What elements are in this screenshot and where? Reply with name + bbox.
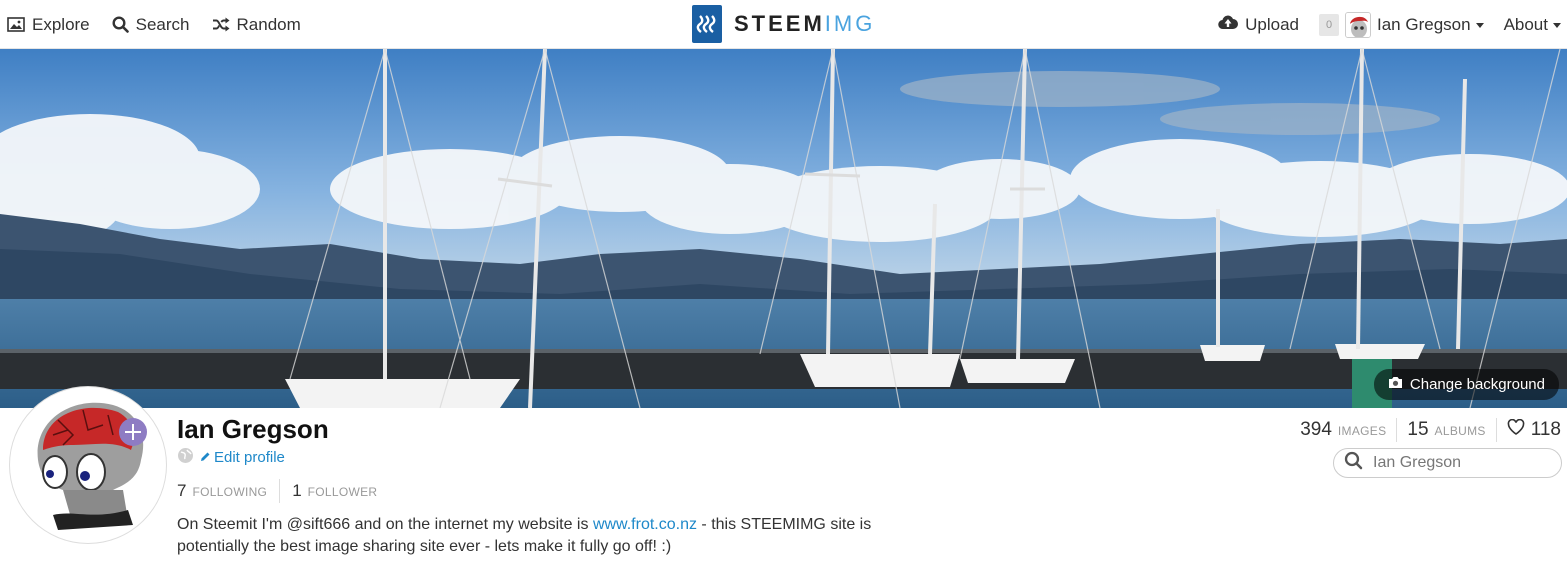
profile-bio: On Steemit I'm @sift666 and on the inter… xyxy=(177,514,897,558)
divider xyxy=(1396,418,1398,442)
cover-image: Change background xyxy=(0,49,1567,408)
following-label: FOLLOWING xyxy=(192,485,268,499)
upload-button[interactable]: Upload xyxy=(1218,14,1299,35)
profile-avatar[interactable] xyxy=(10,387,166,543)
nav-left: Explore Search Random xyxy=(7,0,301,49)
likes-count: 118 xyxy=(1530,419,1561,440)
nav-search-label: Search xyxy=(135,14,190,34)
about-dropdown[interactable]: About xyxy=(1504,15,1561,35)
shuffle-icon xyxy=(212,17,230,32)
user-menu-dropdown[interactable]: Ian Gregson xyxy=(1377,15,1484,35)
profile-meta-row: Edit profile xyxy=(177,447,285,468)
image-icon xyxy=(7,17,25,32)
brand-part2: IMG xyxy=(824,11,876,36)
edit-profile-link[interactable]: Edit profile xyxy=(200,449,285,466)
followers-label: FOLLOWER xyxy=(307,485,378,499)
profile-name: Ian Gregson xyxy=(177,414,329,444)
likes-stat[interactable]: 118 xyxy=(1507,418,1561,441)
site-logo[interactable]: STEEMIMG xyxy=(692,5,875,43)
camera-icon xyxy=(1388,376,1403,393)
steem-logo-icon xyxy=(692,5,722,43)
about-label: About xyxy=(1503,14,1548,34)
search-icon xyxy=(112,16,129,33)
images-count: 394 xyxy=(1300,419,1332,440)
albums-label: ALBUMS xyxy=(1434,424,1486,438)
nav-random[interactable]: Random xyxy=(212,15,301,35)
globe-icon xyxy=(177,447,194,468)
edit-profile-label: Edit profile xyxy=(214,449,285,466)
divider xyxy=(1495,418,1497,442)
user-avatar[interactable] xyxy=(1345,11,1371,38)
nav-explore-label: Explore xyxy=(32,14,90,34)
images-stat[interactable]: 394 IMAGES xyxy=(1300,419,1386,441)
change-background-button[interactable]: Change background xyxy=(1373,369,1559,400)
nav-random-label: Random xyxy=(236,14,301,34)
chevron-down-icon xyxy=(1475,23,1484,28)
nav-right: Upload 0 Ian Gregson About xyxy=(1218,0,1567,49)
brand-text: STEEMIMG xyxy=(734,11,875,37)
upload-cloud-icon xyxy=(1218,14,1239,35)
divider xyxy=(279,479,281,503)
notification-badge[interactable]: 0 xyxy=(1319,13,1339,36)
change-background-label: Change background xyxy=(1409,376,1545,393)
images-label: IMAGES xyxy=(1337,424,1387,438)
albums-stat[interactable]: 15 ALBUMS xyxy=(1407,419,1485,441)
followers-count: 1 xyxy=(292,481,302,500)
profile-search-input[interactable] xyxy=(1373,454,1553,472)
username-label: Ian Gregson xyxy=(1377,14,1471,34)
heart-icon xyxy=(1507,418,1525,441)
followers-link[interactable]: 1 FOLLOWER xyxy=(292,481,377,501)
albums-count: 15 xyxy=(1407,419,1429,440)
following-link[interactable]: 7 FOLLOWING xyxy=(177,481,267,501)
top-navbar: Explore Search Random STEEMIMG Upload 0 … xyxy=(0,0,1567,49)
brand-part1: STEEM xyxy=(734,11,825,36)
chevron-down-icon xyxy=(1553,23,1561,28)
nav-search[interactable]: Search xyxy=(112,15,190,35)
website-link[interactable]: www.frot.co.nz xyxy=(593,516,697,533)
profile-stats: 394 IMAGES 15 ALBUMS 118 xyxy=(1300,418,1561,442)
bio-text-start: On Steemit I'm @sift666 and on the inter… xyxy=(177,516,593,533)
search-icon xyxy=(1344,451,1363,475)
pencil-icon xyxy=(200,449,211,466)
upload-label: Upload xyxy=(1245,14,1299,34)
following-count: 7 xyxy=(177,481,187,500)
nav-explore[interactable]: Explore xyxy=(7,15,90,35)
follow-stats: 7 FOLLOWING 1 FOLLOWER xyxy=(177,479,377,503)
profile-search-box[interactable] xyxy=(1333,448,1562,478)
marina-background-image xyxy=(0,49,1567,408)
